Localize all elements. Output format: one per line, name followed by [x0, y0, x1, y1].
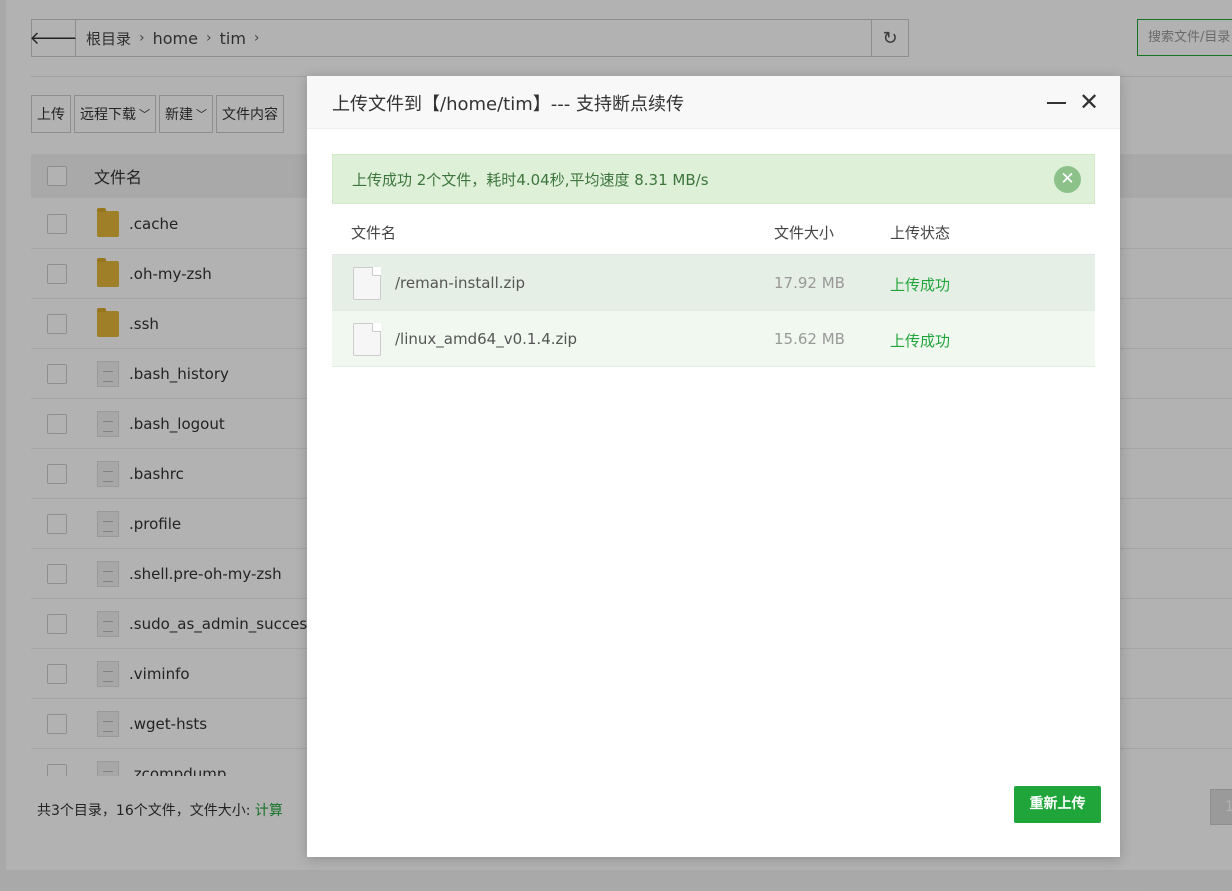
- upload-status: 上传成功: [890, 276, 951, 294]
- upload-file-size: 15.62 MB: [774, 330, 845, 348]
- close-icon[interactable]: ✕: [1079, 90, 1099, 114]
- dismiss-alert-icon[interactable]: ✕: [1054, 166, 1081, 193]
- upload-row: /reman-install.zip 17.92 MB 上传成功: [332, 255, 1095, 311]
- success-message: 上传成功 2个文件，耗时4.04秒,平均速度 8.31 MB/s: [352, 171, 709, 189]
- upload-file-size: 17.92 MB: [774, 274, 845, 292]
- column-header-filename: 文件名: [351, 224, 397, 242]
- upload-success-alert: 上传成功 2个文件，耗时4.04秒,平均速度 8.31 MB/s ✕: [332, 154, 1095, 204]
- upload-file-name: /reman-install.zip: [395, 274, 526, 292]
- upload-file-name: /linux_amd64_v0.1.4.zip: [395, 330, 578, 348]
- upload-table-header: 文件名 文件大小 上传状态: [332, 206, 1095, 255]
- dialog-header: 上传文件到【/home/tim】--- 支持断点续传 ✕: [307, 76, 1120, 129]
- upload-dialog: 上传文件到【/home/tim】--- 支持断点续传 ✕ 上传成功 2个文件，耗…: [307, 76, 1120, 857]
- file-icon: [353, 267, 381, 300]
- column-header-filesize: 文件大小: [774, 224, 835, 242]
- reupload-button[interactable]: 重新上传: [1014, 786, 1101, 823]
- file-icon: [353, 323, 381, 356]
- dialog-title: 上传文件到【/home/tim】--- 支持断点续传: [332, 94, 684, 115]
- upload-status: 上传成功: [890, 332, 951, 350]
- upload-row: /linux_amd64_v0.1.4.zip 15.62 MB 上传成功: [332, 311, 1095, 367]
- minimize-icon[interactable]: [1047, 102, 1066, 104]
- column-header-status: 上传状态: [890, 224, 951, 242]
